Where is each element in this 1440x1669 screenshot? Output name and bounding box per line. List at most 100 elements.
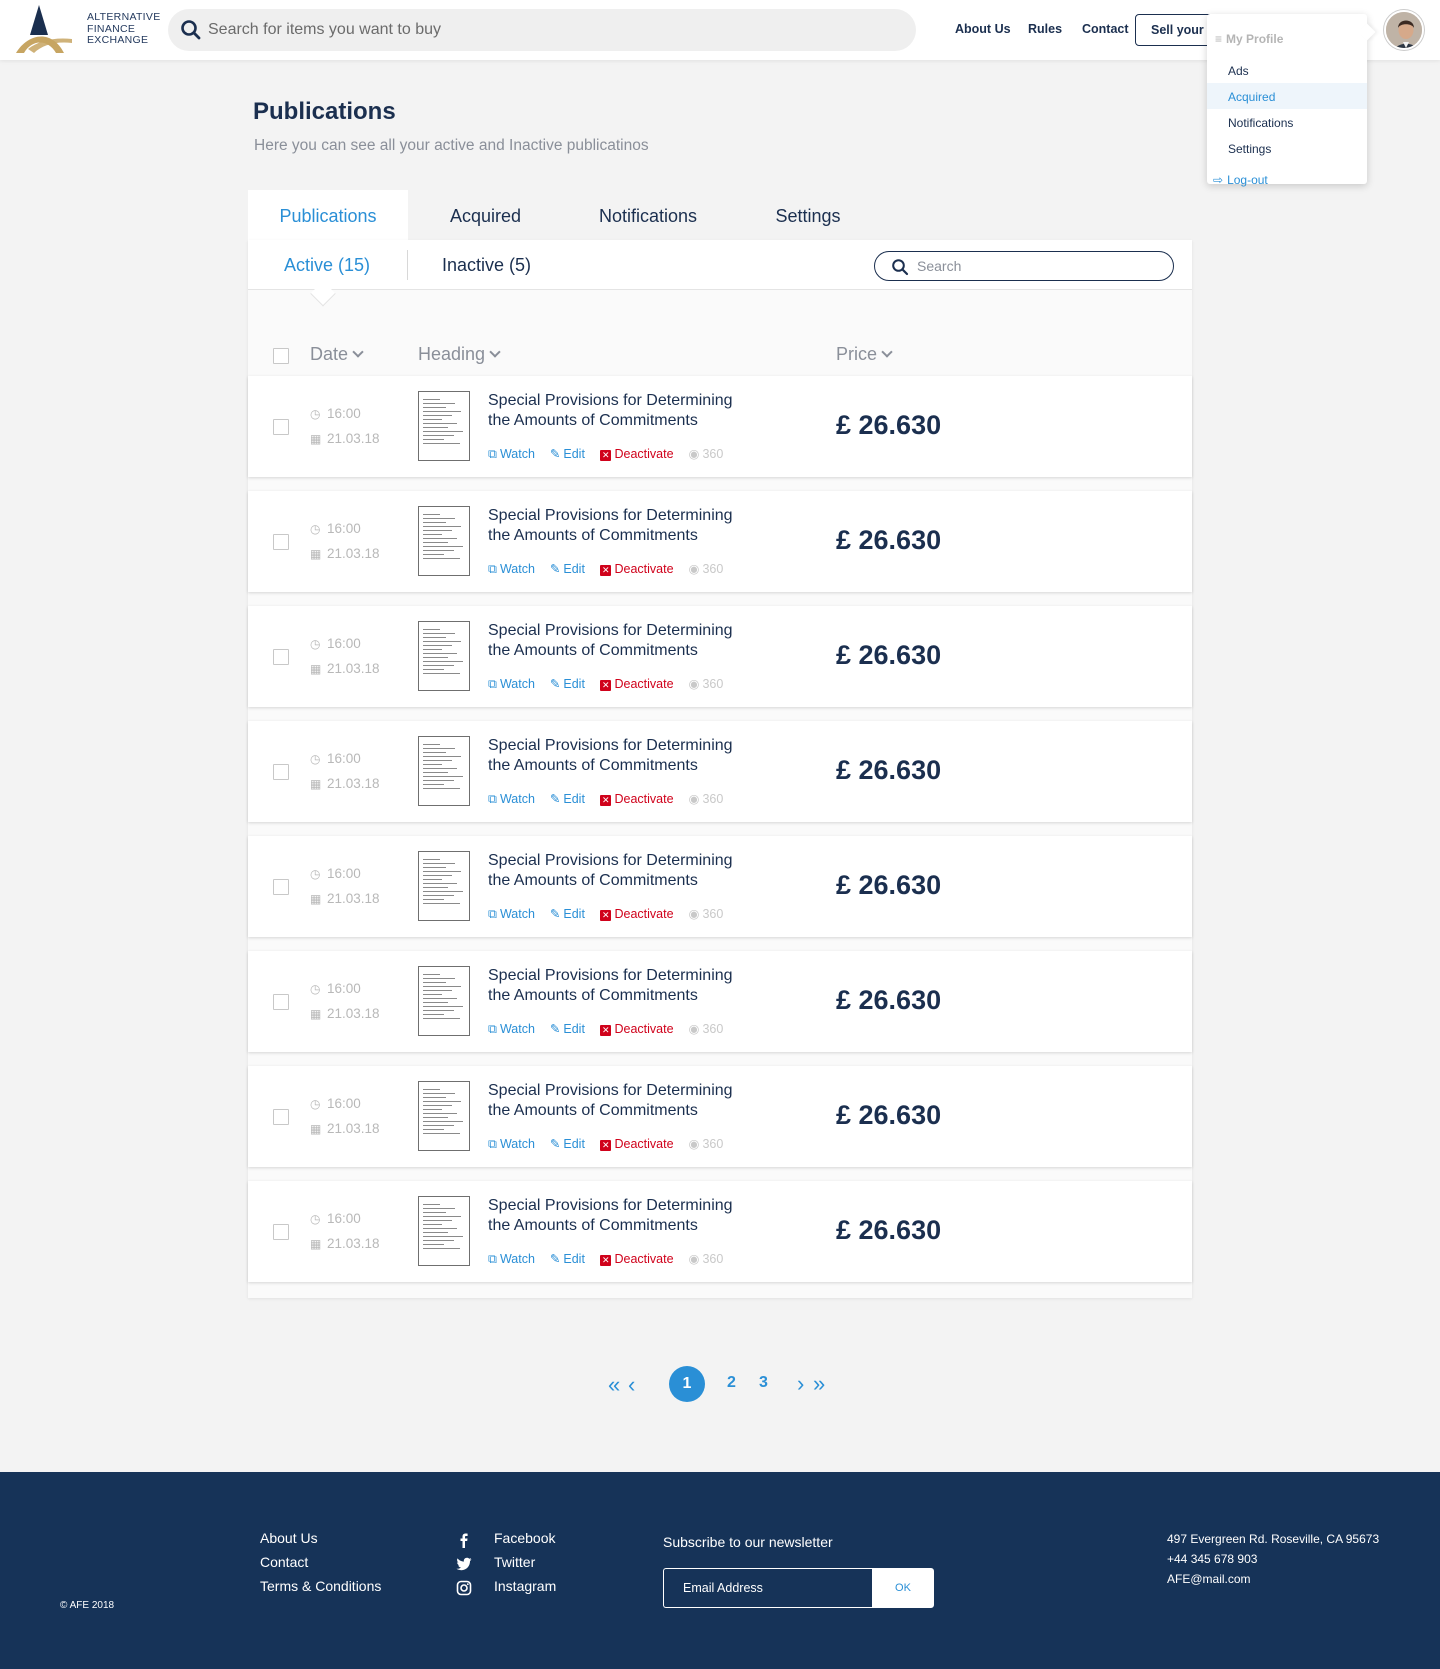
footer-twitter[interactable]: Twitter bbox=[494, 1554, 535, 1570]
global-search-input[interactable] bbox=[208, 9, 898, 51]
row-title[interactable]: Special Provisions for Determining the A… bbox=[488, 1081, 758, 1121]
tab-publications[interactable]: Publications bbox=[248, 190, 408, 240]
edit-action[interactable]: ✎ Edit bbox=[550, 676, 585, 691]
edit-action[interactable]: ✎ Edit bbox=[550, 906, 585, 921]
thumb-line bbox=[423, 859, 440, 860]
page-2[interactable]: 2 bbox=[727, 1374, 736, 1392]
document-thumbnail[interactable] bbox=[418, 1196, 470, 1266]
page-3[interactable]: 3 bbox=[759, 1374, 768, 1392]
profile-menu-notifications[interactable]: Notifications bbox=[1207, 109, 1367, 135]
row-checkbox[interactable] bbox=[273, 764, 289, 780]
subtab-inactive[interactable]: Inactive (5) bbox=[442, 255, 531, 276]
edit-action[interactable]: ✎ Edit bbox=[550, 1021, 585, 1036]
watch-action[interactable]: ⧉ Watch bbox=[488, 1252, 535, 1267]
row-title[interactable]: Special Provisions for Determining the A… bbox=[488, 1196, 758, 1236]
row-checkbox[interactable] bbox=[273, 534, 289, 550]
tab-settings[interactable]: Settings bbox=[733, 190, 883, 240]
deactivate-action[interactable]: ✕ Deactivate bbox=[599, 1022, 674, 1036]
profile-menu-settings[interactable]: Settings bbox=[1207, 135, 1367, 161]
thumb-line bbox=[423, 891, 464, 892]
watch-action[interactable]: ⧉ Watch bbox=[488, 1022, 535, 1037]
first-page-icon[interactable]: « bbox=[608, 1372, 620, 1398]
row-title[interactable]: Special Provisions for Determining the A… bbox=[488, 391, 758, 431]
close-box-icon: ✕ bbox=[599, 1140, 612, 1151]
nav-contact[interactable]: Contact bbox=[1082, 22, 1129, 36]
row-title[interactable]: Special Provisions for Determining the A… bbox=[488, 966, 758, 1006]
row-title[interactable]: Special Provisions for Determining the A… bbox=[488, 736, 758, 776]
subtab-active[interactable]: Active (15) bbox=[284, 255, 370, 276]
deactivate-action[interactable]: ✕ Deactivate bbox=[599, 907, 674, 921]
instagram-icon[interactable] bbox=[456, 1580, 472, 1596]
deactivate-action[interactable]: ✕ Deactivate bbox=[599, 562, 674, 576]
column-heading[interactable]: Heading bbox=[418, 344, 501, 365]
twitter-icon[interactable] bbox=[456, 1556, 472, 1572]
row-checkbox[interactable] bbox=[273, 649, 289, 665]
views-count: ◉ 360 bbox=[689, 1136, 724, 1151]
deactivate-action[interactable]: ✕ Deactivate bbox=[599, 1252, 674, 1266]
row-checkbox[interactable] bbox=[273, 994, 289, 1010]
column-date[interactable]: Date bbox=[310, 344, 364, 365]
row-checkbox[interactable] bbox=[273, 879, 289, 895]
profile-menu-logout[interactable]: ⇨ Log-out bbox=[1207, 166, 1367, 192]
edit-action[interactable]: ✎ Edit bbox=[550, 446, 585, 461]
watch-action[interactable]: ⧉ Watch bbox=[488, 677, 535, 692]
row-checkbox[interactable] bbox=[273, 1224, 289, 1240]
deactivate-action[interactable]: ✕ Deactivate bbox=[599, 677, 674, 691]
watch-action[interactable]: ⧉ Watch bbox=[488, 562, 535, 577]
footer-link-contact[interactable]: Contact bbox=[260, 1554, 308, 1570]
row-title[interactable]: Special Provisions for Determining the A… bbox=[488, 621, 758, 661]
prev-page-icon[interactable]: ‹ bbox=[628, 1372, 635, 1398]
page-1[interactable]: 1 bbox=[669, 1366, 705, 1402]
deactivate-action[interactable]: ✕ Deactivate bbox=[599, 1137, 674, 1151]
document-thumbnail[interactable] bbox=[418, 506, 470, 576]
watch-action[interactable]: ⧉ Watch bbox=[488, 792, 535, 807]
document-thumbnail[interactable] bbox=[418, 851, 470, 921]
edit-action[interactable]: ✎ Edit bbox=[550, 1251, 585, 1266]
column-price[interactable]: Price bbox=[836, 344, 893, 365]
edit-action[interactable]: ✎ Edit bbox=[550, 791, 585, 806]
user-avatar[interactable] bbox=[1384, 10, 1424, 50]
profile-menu-acquired[interactable]: Acquired bbox=[1207, 83, 1367, 109]
panel-search-input[interactable] bbox=[917, 252, 1157, 280]
select-all-checkbox[interactable] bbox=[273, 348, 289, 364]
nav-about-us[interactable]: About Us bbox=[955, 22, 1011, 36]
watch-action[interactable]: ⧉ Watch bbox=[488, 447, 535, 462]
row-checkbox[interactable] bbox=[273, 419, 289, 435]
watch-action[interactable]: ⧉ Watch bbox=[488, 907, 535, 922]
afe-logo[interactable]: ALTERNATIVE FINANCE EXCHANGE bbox=[14, 5, 160, 57]
thumb-line bbox=[423, 784, 444, 785]
deactivate-action[interactable]: ✕ Deactivate bbox=[599, 447, 674, 461]
footer-facebook[interactable]: Facebook bbox=[494, 1530, 555, 1546]
edit-action[interactable]: ✎ Edit bbox=[550, 561, 585, 576]
last-page-icon[interactable]: » bbox=[813, 1371, 825, 1397]
deactivate-action[interactable]: ✕ Deactivate bbox=[599, 792, 674, 806]
nav-rules[interactable]: Rules bbox=[1028, 22, 1062, 36]
row-title[interactable]: Special Provisions for Determining the A… bbox=[488, 851, 758, 891]
document-thumbnail[interactable] bbox=[418, 1081, 470, 1151]
clock-icon: ◷ bbox=[310, 752, 321, 766]
document-thumbnail[interactable] bbox=[418, 621, 470, 691]
page-subtitle: Here you can see all your active and Ina… bbox=[254, 137, 649, 154]
facebook-icon[interactable] bbox=[456, 1532, 472, 1548]
footer-link-about[interactable]: About Us bbox=[260, 1530, 318, 1546]
watch-action[interactable]: ⧉ Watch bbox=[488, 1137, 535, 1152]
footer-link-terms[interactable]: Terms & Conditions bbox=[260, 1578, 381, 1594]
newsletter-ok-button[interactable]: OK bbox=[872, 1568, 934, 1608]
footer-phone[interactable]: +44 345 678 903 bbox=[1167, 1552, 1257, 1566]
thumb-line bbox=[423, 863, 456, 864]
deactivate-label: Deactivate bbox=[614, 447, 674, 461]
row-title[interactable]: Special Provisions for Determining the A… bbox=[488, 506, 758, 546]
tab-notifications[interactable]: Notifications bbox=[563, 190, 733, 240]
document-thumbnail[interactable] bbox=[418, 966, 470, 1036]
footer-instagram[interactable]: Instagram bbox=[494, 1578, 556, 1594]
next-page-icon[interactable]: › bbox=[797, 1371, 804, 1397]
newsletter-email-input[interactable] bbox=[663, 1568, 872, 1608]
footer-email[interactable]: AFE@mail.com bbox=[1167, 1572, 1251, 1586]
document-thumbnail[interactable] bbox=[418, 391, 470, 461]
row-checkbox[interactable] bbox=[273, 1109, 289, 1125]
profile-menu-ads[interactable]: Ads bbox=[1207, 57, 1367, 83]
search-icon bbox=[892, 259, 909, 276]
document-thumbnail[interactable] bbox=[418, 736, 470, 806]
edit-action[interactable]: ✎ Edit bbox=[550, 1136, 585, 1151]
tab-acquired[interactable]: Acquired bbox=[408, 190, 563, 240]
